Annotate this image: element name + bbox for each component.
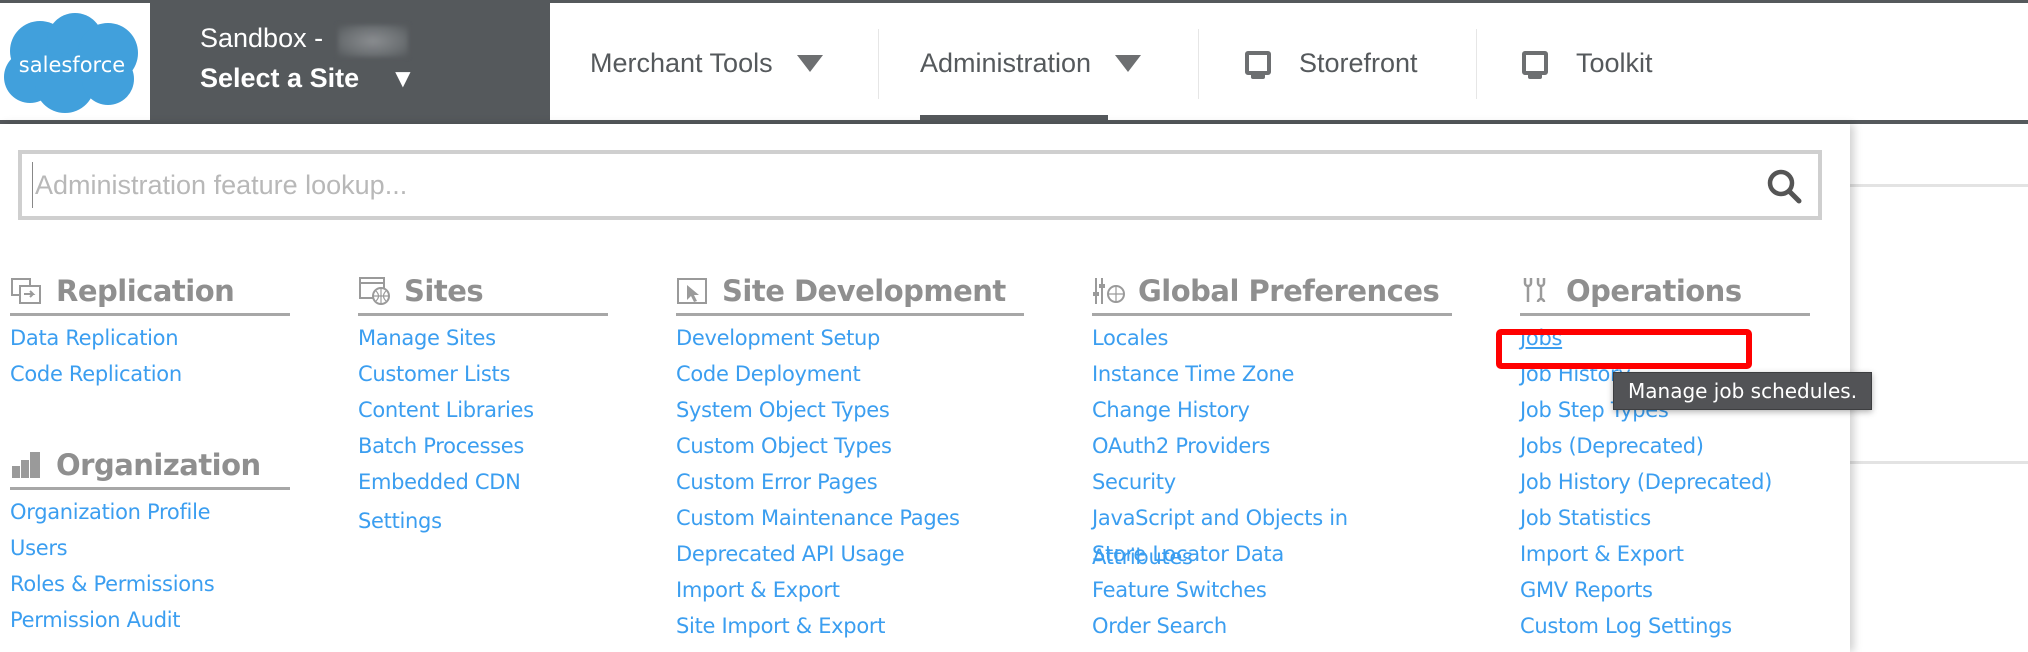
link-import-export-ops[interactable]: Import & Export [1520, 542, 1684, 566]
link-change-history[interactable]: Change History [1092, 398, 1250, 422]
link-development-setup[interactable]: Development Setup [676, 326, 880, 350]
section-header: Site Development [676, 272, 1024, 316]
link-custom-object-types[interactable]: Custom Object Types [676, 434, 892, 458]
monitor-icon [1245, 51, 1271, 79]
sites-icon [359, 276, 390, 305]
link-custom-log-settings[interactable]: Custom Log Settings [1520, 614, 1732, 638]
link-permission-audit[interactable]: Permission Audit [10, 608, 181, 632]
section-title: Replication [56, 273, 235, 308]
site-selector[interactable]: Sandbox - Select a Site ▼ [150, 3, 550, 123]
operations-icon [1523, 277, 1546, 302]
nav-divider [1476, 29, 1477, 99]
section-global-preferences: Global Preferences Locales Instance Time… [1092, 272, 1452, 644]
link-order-search[interactable]: Order Search [1092, 614, 1227, 638]
chevron-down-icon: ▼ [390, 63, 416, 93]
link-security[interactable]: Security [1092, 470, 1176, 494]
sandbox-label: Sandbox - [200, 23, 324, 53]
section-sites: Sites Manage Sites Customer Lists Conten… [358, 272, 608, 533]
salesforce-logo[interactable]: salesforce [0, 9, 145, 117]
section-replication: Replication Data Replication Code Replic… [10, 272, 290, 392]
select-site-label: Select a Site [200, 63, 360, 93]
section-title: Global Preferences [1138, 273, 1440, 308]
link-deprecated-api-usage[interactable]: Deprecated API Usage [676, 542, 905, 566]
link-batch-processes[interactable]: Batch Processes [358, 434, 524, 458]
section-title: Site Development [722, 273, 1006, 308]
nav-label: Toolkit [1576, 47, 1653, 78]
tooltip: Manage job schedules. [1613, 372, 1873, 410]
link-store-locator-data[interactable]: Store Locator Data [1092, 542, 1284, 566]
link-users[interactable]: Users [10, 536, 68, 560]
section-header: Replication [10, 272, 290, 316]
link-jobs-deprecated[interactable]: Jobs (Deprecated) [1520, 434, 1704, 458]
nav-label: Administration [920, 47, 1092, 78]
search-icon[interactable] [1764, 166, 1804, 206]
feature-lookup-search [18, 150, 1822, 220]
link-import-export[interactable]: Import & Export [676, 578, 840, 602]
section-header: Organization [10, 446, 290, 490]
section-operations: Operations Jobs Job History Job Step Typ… [1520, 272, 1810, 644]
link-code-replication[interactable]: Code Replication [10, 362, 182, 386]
link-organization-profile[interactable]: Organization Profile [10, 500, 211, 524]
link-custom-error-pages[interactable]: Custom Error Pages [676, 470, 878, 494]
global-preferences-icon [1093, 277, 1125, 304]
administration-dropdown-panel: Replication Data Replication Code Replic… [0, 124, 1873, 652]
link-roles-permissions[interactable]: Roles & Permissions [10, 572, 215, 596]
link-job-statistics[interactable]: Job Statistics [1520, 506, 1651, 530]
site-development-icon [677, 277, 707, 304]
section-header: Operations [1520, 272, 1810, 316]
link-locales[interactable]: Locales [1092, 326, 1169, 350]
link-custom-maintenance-pages[interactable]: Custom Maintenance Pages [676, 506, 960, 530]
link-instance-time-zone[interactable]: Instance Time Zone [1092, 362, 1294, 386]
search-input[interactable] [32, 162, 1732, 208]
monitor-icon [1522, 51, 1548, 79]
link-manage-sites[interactable]: Manage Sites [358, 326, 496, 350]
section-header: Sites [358, 272, 608, 316]
section-title: Organization [56, 447, 261, 482]
link-system-object-types[interactable]: System Object Types [676, 398, 890, 422]
highlight-box [1496, 329, 1752, 369]
background-divider [1850, 461, 2028, 464]
nav-toolkit[interactable]: Toolkit [1522, 3, 1653, 123]
redacted-sandbox-name [338, 25, 408, 57]
section-title: Operations [1566, 273, 1742, 308]
link-content-libraries[interactable]: Content Libraries [358, 398, 534, 422]
section-title: Sites [404, 273, 484, 308]
section-organization: Organization Organization Profile Users … [10, 446, 290, 638]
chevron-down-icon [796, 54, 823, 72]
link-code-deployment[interactable]: Code Deployment [676, 362, 861, 386]
link-job-history-deprecated[interactable]: Job History (Deprecated) [1520, 470, 1772, 494]
nav-divider [878, 29, 879, 99]
nav-label: Merchant Tools [590, 47, 773, 78]
replication-icon [11, 277, 41, 304]
section-header: Global Preferences [1092, 272, 1452, 316]
link-site-import-export[interactable]: Site Import & Export [676, 614, 885, 638]
link-data-replication[interactable]: Data Replication [10, 326, 179, 350]
chevron-down-icon [1115, 54, 1142, 72]
link-feature-switches[interactable]: Feature Switches [1092, 578, 1267, 602]
section-site-development: Site Development Development Setup Code … [676, 272, 1024, 644]
top-navigation-bar: salesforce Sandbox - Select a Site ▼ Mer… [0, 0, 2028, 125]
nav-storefront[interactable]: Storefront [1245, 3, 1418, 123]
nav-administration[interactable]: Administration [920, 3, 1142, 123]
link-embedded-cdn-settings[interactable]: Embedded CDN Settings [358, 470, 521, 533]
nav-merchant-tools[interactable]: Merchant Tools [590, 3, 823, 123]
link-customer-lists[interactable]: Customer Lists [358, 362, 510, 386]
nav-divider [1198, 29, 1199, 99]
link-oauth2-providers[interactable]: OAuth2 Providers [1092, 434, 1270, 458]
link-gmv-reports[interactable]: GMV Reports [1520, 578, 1653, 602]
background-divider [1850, 184, 2028, 187]
organization-icon [12, 451, 40, 478]
nav-label: Storefront [1299, 47, 1418, 78]
logo-text: salesforce [19, 53, 125, 77]
